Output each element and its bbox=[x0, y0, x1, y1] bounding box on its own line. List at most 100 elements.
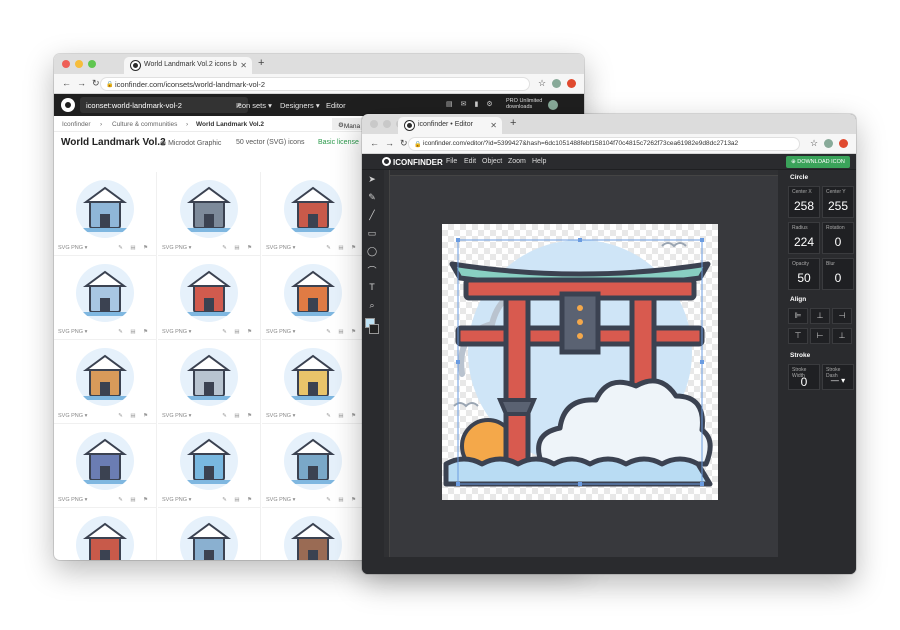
landmark-icon[interactable] bbox=[76, 516, 134, 560]
format-options[interactable]: SVG PNG ▾ bbox=[266, 413, 295, 419]
format-options[interactable]: SVG PNG ▾ bbox=[58, 245, 87, 251]
torii-gate-icon[interactable] bbox=[442, 224, 718, 500]
breadcrumb-iconfinder[interactable]: Iconfinder bbox=[62, 121, 91, 128]
new-tab-button[interactable]: + bbox=[258, 57, 264, 69]
pro-badge[interactable]: PRO Unlimited downloads bbox=[506, 98, 542, 110]
rectangle-tool-icon[interactable]: ▭ bbox=[367, 228, 377, 239]
icon-actions[interactable]: ✎ ▤ ⚑ bbox=[118, 245, 151, 251]
bookmark-star-icon[interactable]: ☆ bbox=[810, 138, 818, 149]
icon-actions[interactable]: ✎ ▤ ⚑ bbox=[118, 329, 151, 335]
format-options[interactable]: SVG PNG ▾ bbox=[162, 329, 191, 335]
menu-zoom[interactable]: Zoom bbox=[508, 158, 526, 165]
extension-icon[interactable] bbox=[567, 79, 577, 88]
pen-tool-icon[interactable]: ✎ bbox=[367, 192, 377, 203]
landmark-icon[interactable] bbox=[284, 516, 342, 560]
landmark-icon[interactable] bbox=[76, 180, 134, 238]
maximize-window-button[interactable] bbox=[88, 60, 96, 68]
icon-actions[interactable]: ✎ ▤ ⚑ bbox=[222, 497, 255, 503]
new-tab-button[interactable]: + bbox=[510, 117, 516, 129]
minimize-window-button[interactable] bbox=[75, 60, 83, 68]
format-options[interactable]: SVG PNG ▾ bbox=[162, 245, 191, 251]
icon-cell[interactable]: SVG PNG ▾✎ ▤ ⚑ bbox=[54, 508, 157, 560]
close-tab-icon[interactable]: ✕ bbox=[240, 61, 247, 70]
line-tool-icon[interactable]: ╱ bbox=[367, 210, 377, 221]
icon-actions[interactable]: ✎ ▤ ⚑ bbox=[118, 413, 151, 419]
download-icon-button[interactable]: ⊕ DOWNLOAD ICON bbox=[786, 156, 850, 168]
url-field[interactable]: 🔒 iconfinder.com/iconsets/world-landmark… bbox=[100, 77, 530, 91]
landmark-icon[interactable] bbox=[284, 180, 342, 238]
zoom-tool-icon[interactable]: ⌕ bbox=[367, 300, 377, 311]
align-bottom-icon[interactable]: ⊥ bbox=[832, 328, 852, 344]
profile-avatar[interactable] bbox=[552, 79, 562, 88]
icon-actions[interactable]: ✎ ▤ ⚑ bbox=[222, 245, 255, 251]
icon-cell[interactable]: SVG PNG ▾✎ ▤ ⚑ bbox=[54, 256, 157, 340]
iconfinder-logo[interactable]: ICONFINDER bbox=[382, 157, 443, 167]
license-link[interactable]: Basic license bbox=[318, 139, 359, 146]
rotation-field[interactable]: Rotation 0 bbox=[822, 222, 854, 254]
icon-cell[interactable]: SVG PNG ▾ ✎ ▤ ⚑ bbox=[158, 424, 261, 508]
bookmark-icon[interactable]: ▮ bbox=[475, 100, 479, 108]
format-options[interactable]: SVG PNG ▾ bbox=[58, 413, 87, 419]
select-tool-icon[interactable]: ➤ bbox=[367, 174, 377, 185]
landmark-icon[interactable] bbox=[180, 516, 238, 560]
blur-field[interactable]: Blur 0 bbox=[822, 258, 854, 290]
icon-actions[interactable]: ✎ ▤ ⚑ bbox=[326, 329, 359, 335]
icon-cell[interactable]: SVG PNG ▾ ✎ ▤ ⚑ bbox=[54, 424, 157, 508]
settings-icon[interactable]: ⚙ bbox=[486, 100, 492, 108]
artboard[interactable] bbox=[442, 224, 718, 500]
center-x-field[interactable]: Center X 258 bbox=[788, 186, 820, 218]
icon-cell[interactable]: SVG PNG ▾ ✎ ▤ ⚑ bbox=[158, 340, 261, 424]
menu-editor[interactable]: Editor bbox=[326, 101, 346, 110]
format-options[interactable]: SVG PNG ▾ bbox=[162, 413, 191, 419]
icon-cell[interactable]: SVG PNG ▾ ✎ ▤ ⚑ bbox=[262, 172, 365, 256]
stroke-dash-select[interactable]: Stroke Dash — ▾ bbox=[822, 364, 854, 390]
iconfinder-logo-icon[interactable] bbox=[61, 98, 75, 112]
menu-designers[interactable]: Designers ▾ bbox=[280, 101, 320, 110]
landmark-icon[interactable] bbox=[76, 264, 134, 322]
curve-tool-icon[interactable]: ⌒ bbox=[367, 264, 377, 277]
stroke-width-field[interactable]: Stroke Width 0 bbox=[788, 364, 820, 390]
browser-tab[interactable]: iconfinder • Editor ✕ bbox=[398, 117, 502, 134]
opacity-field[interactable]: Opacity 50 bbox=[788, 258, 820, 290]
landmark-icon[interactable] bbox=[180, 348, 238, 406]
designer-link[interactable]: ◉ Microdot Graphic bbox=[160, 139, 221, 147]
icon-cell[interactable]: SVG PNG ▾✎ ▤ ⚑ bbox=[262, 424, 365, 508]
icon-cell[interactable]: SVG PNG ▾ ✎ ▤ ⚑ bbox=[54, 340, 157, 424]
navigation-buttons[interactable]: ←→↻ bbox=[370, 138, 414, 149]
menu-edit[interactable]: Edit bbox=[464, 158, 476, 165]
landmark-icon[interactable] bbox=[284, 348, 342, 406]
search-input[interactable]: iconset:world-landmark-vol-2 ⌕ bbox=[80, 97, 248, 113]
messages-icon[interactable]: ✉ bbox=[461, 100, 467, 108]
profile-avatar[interactable] bbox=[824, 139, 834, 148]
center-y-field[interactable]: Center Y 255 bbox=[822, 186, 854, 218]
landmark-icon[interactable] bbox=[180, 432, 238, 490]
extension-icon[interactable] bbox=[839, 139, 849, 148]
menu-icon-sets[interactable]: Icon sets ▾ bbox=[236, 101, 272, 110]
icon-actions[interactable]: ✎ ▤ ⚑ bbox=[222, 329, 255, 335]
url-field[interactable]: 🔒 iconfinder.com/editor/?id=5399427&hash… bbox=[408, 137, 800, 151]
breadcrumb-culture[interactable]: Culture & communities bbox=[112, 121, 177, 128]
menu-object[interactable]: Object bbox=[482, 158, 502, 165]
landmark-icon[interactable] bbox=[180, 180, 238, 238]
stroke-color-swatch[interactable] bbox=[369, 324, 379, 334]
menu-file[interactable]: File bbox=[446, 158, 457, 165]
align-middle-icon[interactable]: ⊢ bbox=[810, 328, 830, 344]
align-right-icon[interactable]: ⊣ bbox=[832, 308, 852, 324]
editor-canvas[interactable] bbox=[384, 170, 778, 557]
radius-field[interactable]: Radius 224 bbox=[788, 222, 820, 254]
icon-actions[interactable]: ✎ ▤ ⚑ bbox=[222, 413, 255, 419]
format-options[interactable]: SVG PNG ▾ bbox=[266, 245, 295, 251]
icon-actions[interactable]: ✎ ▤ ⚑ bbox=[326, 245, 359, 251]
format-options[interactable]: SVG PNG ▾ bbox=[58, 497, 87, 503]
text-tool-icon[interactable]: T bbox=[367, 282, 377, 292]
icon-actions[interactable]: ✎ ▤ ⚑ bbox=[118, 497, 151, 503]
format-options[interactable]: SVG PNG ▾ bbox=[162, 497, 191, 503]
landmark-icon[interactable] bbox=[284, 432, 342, 490]
landmark-icon[interactable] bbox=[76, 348, 134, 406]
close-window-button[interactable] bbox=[370, 120, 378, 128]
minimize-window-button[interactable] bbox=[383, 120, 391, 128]
icon-cell[interactable]: SVG PNG ▾ ✎ ▤ ⚑ bbox=[158, 172, 261, 256]
landmark-icon[interactable] bbox=[284, 264, 342, 322]
menu-help[interactable]: Help bbox=[532, 158, 546, 165]
icon-cell[interactable]: SVG PNG ▾ ✎ ▤ ⚑ bbox=[54, 172, 157, 256]
